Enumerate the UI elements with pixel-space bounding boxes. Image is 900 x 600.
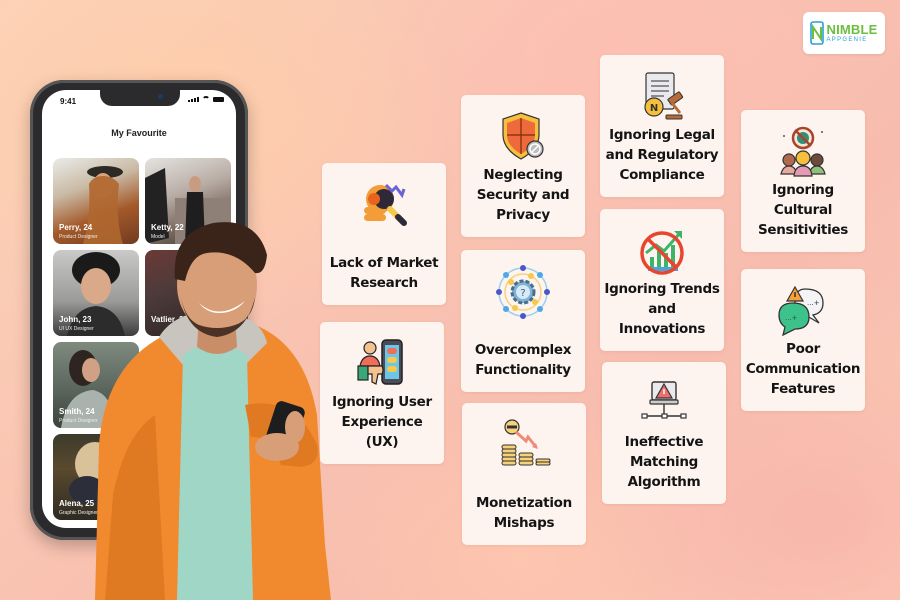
shield-blocked-icon bbox=[502, 112, 544, 160]
profile-role: Graphic Designer bbox=[59, 510, 98, 516]
profile-name: Alena, 25 bbox=[59, 499, 95, 508]
coins-down-trend-icon bbox=[501, 419, 551, 466]
mistake-tile-cultural: Ignoring Cultural Sensitivities bbox=[741, 110, 865, 252]
chat-warning-icon: ...+ ...+ bbox=[778, 285, 824, 337]
profile-name: John, 23 bbox=[59, 315, 92, 324]
screen-title: My Favourite bbox=[111, 128, 167, 138]
no-growth-chart-icon bbox=[640, 231, 684, 275]
brand-name: NIMBLE bbox=[826, 22, 878, 37]
mistake-tile-market-research: Lack of Market Research bbox=[322, 163, 446, 305]
profile-role: Product Designer bbox=[59, 418, 98, 424]
phone-notch bbox=[100, 90, 180, 106]
brand-subname: APPGENIE bbox=[826, 37, 868, 43]
profile-name: Smith, 24 bbox=[59, 407, 95, 416]
svg-text:...+: ...+ bbox=[807, 299, 820, 307]
gear-question-icon: ? bbox=[496, 265, 550, 319]
mistake-tile-security: Neglecting Security and Privacy bbox=[461, 95, 585, 237]
magnifier-coins-icon bbox=[364, 183, 407, 226]
mistake-tile-legal: N Ignoring Legal and Regulatory Complian… bbox=[600, 55, 724, 197]
mistake-label: Ignoring User Experience (UX) bbox=[332, 394, 432, 450]
mistake-label: Ignoring Cultural Sensitivities bbox=[757, 182, 849, 238]
mistake-label: Ignoring Legal and Regulatory Compliance bbox=[605, 127, 719, 183]
user-phone-thumbs-down-icon bbox=[357, 339, 403, 385]
profile-name: Perry, 24 bbox=[59, 223, 93, 232]
mistake-label: Monetization Mishaps bbox=[476, 495, 572, 531]
man-with-phone-illustration bbox=[95, 222, 331, 600]
svg-text:?: ? bbox=[520, 288, 525, 299]
infographic: NIMBLE APPGENIE 9:41 My Favourite Perry,… bbox=[0, 0, 900, 600]
document-gavel-icon: N bbox=[644, 72, 684, 120]
status-icons bbox=[188, 96, 224, 102]
mistake-label: Ignoring Trends and Innovations bbox=[604, 281, 720, 337]
mistake-label: Poor Communication Features bbox=[745, 341, 861, 397]
signal-icon bbox=[188, 97, 199, 102]
profile-role: Product Designer bbox=[59, 234, 98, 240]
battery-icon bbox=[213, 97, 224, 102]
brand-logo: NIMBLE APPGENIE bbox=[803, 12, 885, 54]
mistake-tile-matching: Ineffective Matching Algorithm bbox=[602, 362, 726, 504]
mistake-label: Neglecting Security and Privacy bbox=[476, 167, 570, 223]
status-time: 9:41 bbox=[60, 97, 77, 106]
network-warning-icon bbox=[641, 381, 687, 419]
mistake-label: Overcomplex Functionality bbox=[474, 342, 572, 378]
mistake-tile-ux: Ignoring User Experience (UX) bbox=[320, 322, 444, 464]
profile-role: UI UX Designer bbox=[59, 326, 94, 332]
svg-text:N: N bbox=[650, 103, 658, 114]
mistake-tile-monetization: Monetization Mishaps bbox=[462, 403, 586, 545]
mistake-tile-trends: Ignoring Trends and Innovations bbox=[600, 209, 724, 351]
mistake-tile-communication: ...+ ...+ Poor Communication Features bbox=[741, 269, 865, 411]
mistake-label: Ineffective Matching Algorithm bbox=[624, 434, 704, 490]
svg-text:...+: ...+ bbox=[785, 314, 798, 322]
wifi-icon bbox=[202, 96, 210, 102]
phone-n-logo-icon bbox=[810, 21, 825, 45]
people-no-globe-icon bbox=[780, 126, 826, 177]
mistake-label: Lack of Market Research bbox=[329, 255, 439, 291]
mistake-tile-complexity: ? Overcomplex Functionality bbox=[461, 250, 585, 392]
